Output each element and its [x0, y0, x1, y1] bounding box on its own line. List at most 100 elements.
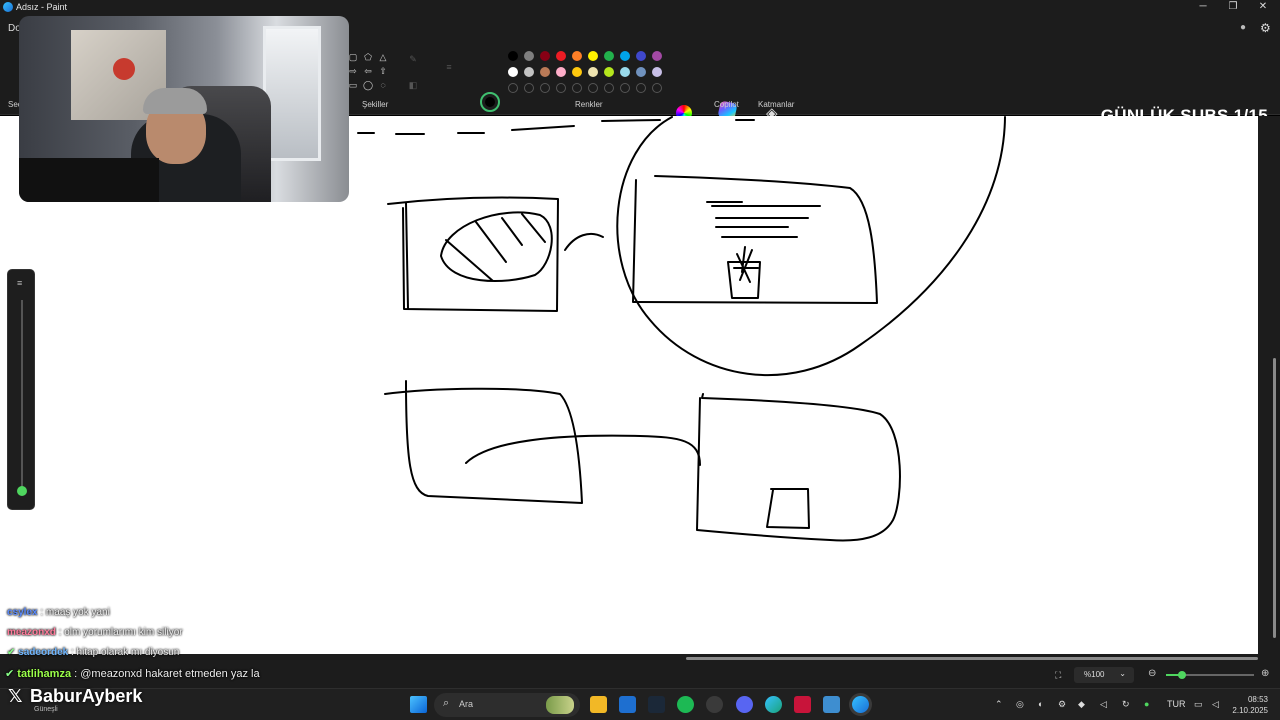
callout-shape-icon[interactable]: ▭	[348, 80, 358, 90]
github-icon[interactable]	[706, 696, 723, 713]
color-swatch[interactable]	[604, 51, 614, 61]
color-swatch[interactable]	[636, 67, 646, 77]
tray-app-icon-1[interactable]: ◎	[1016, 699, 1024, 710]
color-swatch[interactable]	[572, 51, 582, 61]
color-swatch[interactable]	[572, 67, 582, 77]
maximize-button[interactable]: ❐	[1218, 0, 1248, 16]
zoom-select[interactable]: %100 ⌄	[1074, 667, 1134, 683]
tray-steam-icon[interactable]: ◆	[1078, 699, 1085, 710]
app-icon-red[interactable]	[794, 696, 811, 713]
color-swatch[interactable]	[540, 51, 550, 61]
file-explorer-icon[interactable]	[590, 696, 607, 713]
custom-color-slot[interactable]	[604, 83, 614, 93]
fill-icon[interactable]: ◧	[408, 80, 418, 90]
connector-stroke-1	[564, 232, 604, 251]
polygon-shape-icon[interactable]: ⬠	[363, 52, 373, 62]
rectangle-shape-icon[interactable]: ▢	[348, 52, 358, 62]
network-icon[interactable]: ▭	[1194, 699, 1203, 710]
color-swatch[interactable]	[620, 67, 630, 77]
tray-mic-icon[interactable]: ●	[1144, 699, 1149, 709]
custom-color-slot[interactable]	[588, 83, 598, 93]
brush-size-track[interactable]	[21, 300, 23, 492]
settings-gear-icon[interactable]: ⚙	[1260, 21, 1271, 35]
color-swatch[interactable]	[508, 51, 518, 61]
minimize-button[interactable]: ─	[1188, 0, 1218, 16]
brush-size-icon[interactable]: ≡	[444, 62, 454, 72]
color-swatch[interactable]	[604, 67, 614, 77]
paint-app-icon	[3, 2, 13, 12]
brush-size-knob[interactable]	[17, 486, 27, 496]
photos-icon[interactable]	[619, 696, 636, 713]
custom-color-slot[interactable]	[620, 83, 630, 93]
custom-color-slot[interactable]	[508, 83, 518, 93]
color-swatch[interactable]	[588, 67, 598, 77]
language-indicator[interactable]: TUR	[1167, 699, 1186, 709]
tray-overflow-icon[interactable]: ⌃	[995, 699, 1003, 710]
microphone	[19, 158, 159, 202]
webcam-overlay	[19, 16, 349, 202]
arrow-left-shape-icon[interactable]: ⇦	[363, 66, 373, 76]
horizontal-scroll-thumb[interactable]	[686, 657, 1258, 660]
brush-size-slider[interactable]: ≡	[7, 269, 35, 510]
zoom-value: %100	[1084, 670, 1105, 679]
tray-volume-icon-small[interactable]: ◁	[1100, 699, 1107, 710]
tray-app-icon-3[interactable]: ⚙	[1058, 699, 1066, 710]
color-swatch[interactable]	[556, 67, 566, 77]
arrow-right-shape-icon[interactable]: ⇨	[348, 66, 358, 76]
primary-color-swatch[interactable]	[480, 92, 500, 112]
color-swatch[interactable]	[636, 51, 646, 61]
close-button[interactable]: ✕	[1248, 0, 1278, 16]
vertical-scrollbar[interactable]	[1258, 116, 1280, 654]
custom-color-slot[interactable]	[572, 83, 582, 93]
outline-icon[interactable]: ✎	[408, 54, 418, 64]
triangle-shape-icon[interactable]: △	[378, 52, 388, 62]
chat-text: : olm yorumlarımı kim siliyor	[55, 627, 183, 638]
zoom-out-icon[interactable]: ⊖	[1148, 668, 1156, 679]
custom-color-slot[interactable]	[524, 83, 534, 93]
color-swatch[interactable]	[588, 51, 598, 61]
chat-text: : hitap olarak mı diyosun	[68, 647, 180, 658]
zoom-in-icon[interactable]: ⊕	[1261, 668, 1269, 679]
taskbar-search[interactable]: ⌕ Ara	[434, 693, 580, 717]
zoom-slider-knob[interactable]	[1178, 671, 1186, 679]
color-swatch[interactable]	[540, 67, 550, 77]
custom-color-slot[interactable]	[652, 83, 662, 93]
color-swatch[interactable]	[524, 51, 534, 61]
color-swatch[interactable]	[652, 51, 662, 61]
spotify-icon[interactable]	[677, 696, 694, 713]
color-swatch[interactable]	[508, 67, 518, 77]
steam-icon[interactable]	[648, 696, 665, 713]
title-bar: Adsız - Paint ─ ❐ ✕	[0, 0, 1280, 16]
account-icon[interactable]: ●	[1240, 22, 1246, 33]
fit-to-window-icon[interactable]: ⛶	[1055, 670, 1061, 681]
custom-color-slot[interactable]	[540, 83, 550, 93]
colors-group-label: Renkler	[575, 100, 603, 109]
cloud-callout-shape-icon[interactable]: ◌	[378, 80, 388, 90]
horizontal-scrollbar[interactable]	[0, 654, 1280, 662]
notepad-icon[interactable]	[823, 696, 840, 713]
oval-callout-shape-icon[interactable]: ◯	[363, 80, 373, 90]
clock[interactable]: 08:53 2.10.2025	[1232, 694, 1268, 716]
vertical-scroll-thumb[interactable]	[1273, 358, 1276, 638]
color-swatch[interactable]	[556, 51, 566, 61]
tray-app-icon-2[interactable]: ◐	[1038, 699, 1043, 709]
custom-color-slot[interactable]	[636, 83, 646, 93]
discord-icon[interactable]	[736, 696, 753, 713]
copilot-label: Copilot	[714, 100, 739, 109]
tray-sync-icon[interactable]: ↻	[1122, 699, 1130, 710]
color-swatch[interactable]	[652, 67, 662, 77]
edge-icon[interactable]	[765, 696, 782, 713]
chat-message: meazonxd : olm yorumlarımı kim siliyor	[7, 627, 183, 638]
start-button[interactable]	[410, 696, 427, 713]
custom-color-slot[interactable]	[556, 83, 566, 93]
bread-stroke	[440, 211, 553, 283]
arrow-up-shape-icon[interactable]: ⇧	[378, 66, 388, 76]
color-swatch[interactable]	[620, 51, 630, 61]
big-circle-stroke	[616, 116, 1006, 376]
color-swatch[interactable]	[524, 67, 534, 77]
window-door	[263, 26, 321, 161]
zoom-slider[interactable]	[1166, 671, 1254, 679]
speaker-icon[interactable]: ◁	[1212, 699, 1219, 710]
paint-taskbar-icon[interactable]	[852, 696, 869, 713]
weather-label: Güneşli	[34, 706, 58, 713]
